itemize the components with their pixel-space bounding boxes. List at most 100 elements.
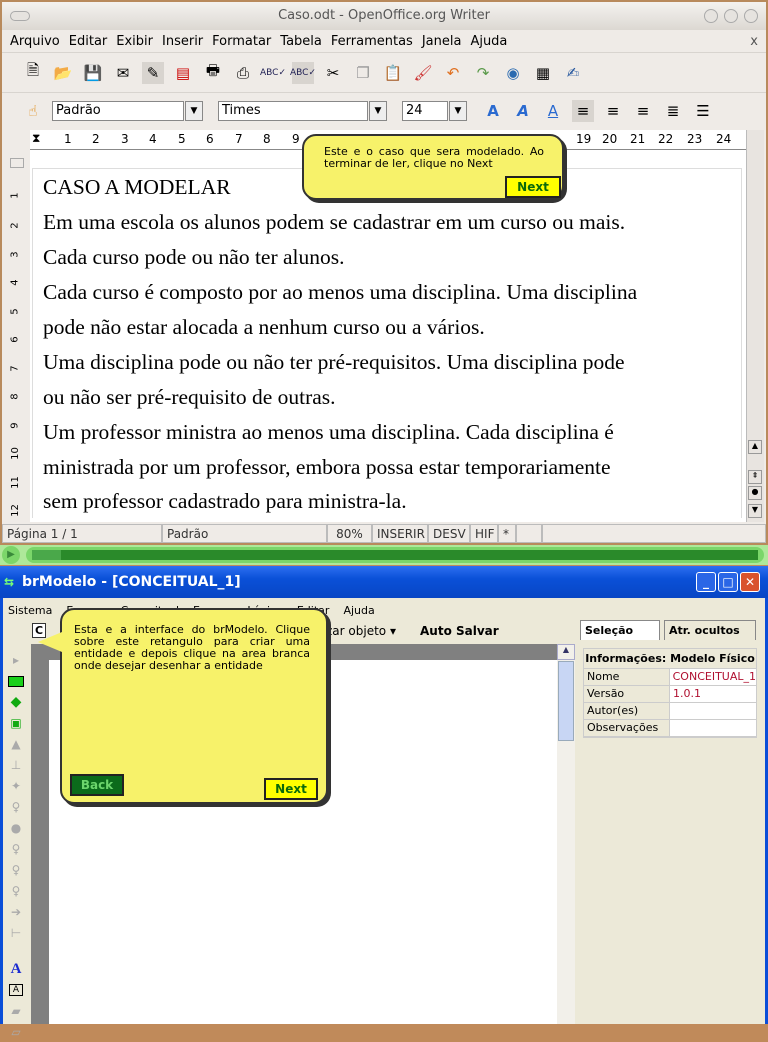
vertical-ruler[interactable]: 1 2 3 4 5 6 7 8 9 10 11 12 bbox=[2, 150, 30, 522]
close-window-button[interactable] bbox=[744, 9, 758, 23]
pointer-icon[interactable]: ▸ bbox=[5, 650, 27, 670]
undo-icon[interactable]: ↶ bbox=[442, 62, 464, 84]
align-center-icon[interactable]: ≡ bbox=[602, 100, 624, 122]
format-paintbrush-icon[interactable]: 🖌 bbox=[412, 62, 434, 84]
close-document-button[interactable]: x bbox=[750, 34, 758, 49]
chevron-down-icon[interactable]: ▼ bbox=[449, 101, 467, 121]
canvas-scrollbar[interactable]: ▲ bbox=[557, 644, 575, 1024]
draw-functions-icon[interactable]: ✍ bbox=[562, 62, 584, 84]
exclusive-specialization-icon[interactable]: ⊥ bbox=[5, 755, 27, 775]
align-right-icon[interactable]: ≡ bbox=[632, 100, 654, 122]
bold-icon[interactable]: A bbox=[482, 100, 504, 122]
italic-icon[interactable]: A bbox=[512, 100, 534, 122]
menu-tabela[interactable]: Tabela bbox=[280, 34, 322, 49]
minimize-button[interactable]: _ bbox=[696, 572, 716, 592]
scroll-thumb[interactable] bbox=[558, 661, 574, 741]
align-left-icon[interactable]: ≡ bbox=[572, 100, 594, 122]
paste-icon[interactable]: 📋 bbox=[382, 62, 404, 84]
edit-mode-icon[interactable]: ✎ bbox=[142, 61, 164, 84]
attribute-icon[interactable]: ♀ bbox=[5, 797, 27, 817]
styles-formatting-icon[interactable]: ☝ bbox=[22, 100, 44, 122]
back-button[interactable]: Back bbox=[70, 774, 124, 796]
next-button[interactable]: Next bbox=[264, 778, 318, 800]
label-tool-icon[interactable]: A bbox=[5, 980, 27, 1000]
relationship-tool-icon[interactable]: ◆ bbox=[5, 692, 27, 712]
menu-formatar[interactable]: Formatar bbox=[212, 34, 271, 49]
optional-attribute-icon[interactable]: ♀ bbox=[5, 860, 27, 880]
scroll-down-icon[interactable]: ▼ bbox=[748, 504, 762, 518]
status-hyperlink-mode[interactable]: HIF bbox=[470, 524, 498, 543]
property-row[interactable]: Autor(es) bbox=[584, 703, 756, 720]
autospellcheck-icon[interactable]: ABC✓ bbox=[290, 61, 316, 84]
redo-icon[interactable]: ↷ bbox=[472, 62, 494, 84]
open-icon[interactable]: 📂 bbox=[52, 62, 74, 84]
next-button[interactable]: Next bbox=[505, 176, 561, 198]
font-size-select[interactable]: 24 ▼ bbox=[402, 101, 467, 121]
align-object-button[interactable]: zar objeto ▾ bbox=[326, 624, 396, 638]
menu-ferramentas[interactable]: Ferramentas bbox=[331, 34, 413, 49]
menu-exibir[interactable]: Exibir bbox=[116, 34, 153, 49]
status-insert-mode[interactable]: INSERIR bbox=[372, 524, 428, 543]
close-window-button[interactable]: ✕ bbox=[740, 572, 760, 592]
play-icon[interactable]: ▶ bbox=[2, 546, 20, 564]
numbering-icon[interactable]: ☰ bbox=[692, 100, 714, 122]
text-tool-icon[interactable]: A bbox=[5, 959, 27, 979]
new-document-icon[interactable]: 🗎 bbox=[22, 61, 44, 84]
chevron-down-icon[interactable]: ▼ bbox=[369, 101, 387, 121]
identifier-attribute-icon[interactable]: ● bbox=[5, 818, 27, 838]
menu-inserir[interactable]: Inserir bbox=[162, 34, 203, 49]
underline-icon[interactable]: A bbox=[542, 100, 564, 122]
shape-tool-icon[interactable]: ▰ bbox=[5, 1001, 27, 1021]
property-row[interactable]: Observações bbox=[584, 720, 756, 737]
minimize-button[interactable] bbox=[704, 9, 718, 23]
scroll-up-icon[interactable]: ▲ bbox=[557, 644, 575, 660]
paragraph-style-select[interactable]: Padrão ▼ bbox=[52, 101, 203, 121]
menu-janela[interactable]: Janela bbox=[422, 34, 462, 49]
specialization-icon[interactable]: ▲ bbox=[5, 734, 27, 754]
window-menu-button[interactable] bbox=[10, 11, 30, 21]
maximize-button[interactable]: □ bbox=[718, 572, 738, 592]
tab-selecao[interactable]: Seleção bbox=[580, 620, 660, 640]
property-value[interactable] bbox=[670, 703, 756, 719]
navigator-icon[interactable]: ◉ bbox=[502, 62, 524, 84]
page-up-icon[interactable]: ⇞ bbox=[748, 470, 762, 484]
spellcheck-icon[interactable]: ABC✓ bbox=[260, 62, 286, 84]
self-relationship-icon[interactable]: ⊢ bbox=[5, 923, 27, 943]
maximize-button[interactable] bbox=[724, 9, 738, 23]
progress-track[interactable] bbox=[26, 547, 764, 563]
print-preview-icon[interactable]: ⎙ bbox=[232, 62, 254, 84]
shape-dashed-tool-icon[interactable]: ▱ bbox=[5, 1022, 27, 1042]
property-row[interactable]: Versão 1.0.1 bbox=[584, 686, 756, 703]
document-scrollbar[interactable]: ▲ ⇞ ● ▼ bbox=[746, 130, 764, 522]
tab-atributos-ocultos[interactable]: Atr. ocultos bbox=[664, 620, 756, 640]
document-area[interactable]: CASO A MODELAR Em uma escola os alunos p… bbox=[30, 150, 746, 522]
menu-ajuda[interactable]: Ajuda bbox=[470, 34, 507, 49]
link-icon[interactable]: ➔ bbox=[5, 902, 27, 922]
autosave-button[interactable]: Auto Salvar bbox=[420, 624, 499, 638]
cut-icon[interactable]: ✂ bbox=[322, 62, 344, 84]
scroll-up-icon[interactable]: ▲ bbox=[748, 440, 762, 454]
menu-arquivo[interactable]: Arquivo bbox=[10, 34, 60, 49]
status-zoom[interactable]: 80% bbox=[327, 524, 372, 543]
save-icon[interactable]: 💾 bbox=[82, 62, 104, 84]
document-page[interactable]: CASO A MODELAR Em uma escola os alunos p… bbox=[32, 168, 742, 518]
non-exclusive-specialization-icon[interactable]: ✦ bbox=[5, 776, 27, 796]
entity-tool-icon[interactable] bbox=[5, 671, 27, 691]
email-icon[interactable]: ✉ bbox=[112, 62, 134, 84]
menu-editar[interactable]: Editar bbox=[69, 34, 108, 49]
menu-sistema[interactable]: Sistema bbox=[8, 604, 52, 617]
status-selection-mode[interactable]: DESV bbox=[428, 524, 470, 543]
table-icon[interactable]: ▦ bbox=[532, 62, 554, 84]
property-value[interactable]: 1.0.1 bbox=[670, 686, 756, 702]
property-value[interactable] bbox=[670, 720, 756, 736]
menu-ajuda[interactable]: Ajuda bbox=[343, 604, 374, 617]
export-pdf-icon[interactable]: ▤ bbox=[172, 62, 194, 84]
associative-entity-icon[interactable]: ▣ bbox=[5, 713, 27, 733]
property-row[interactable]: Nome CONCEITUAL_1 bbox=[584, 669, 756, 686]
chevron-down-icon[interactable]: ▼ bbox=[185, 101, 203, 121]
print-icon[interactable]: 🖶 bbox=[202, 61, 224, 84]
copy-icon[interactable]: ❐ bbox=[352, 62, 374, 84]
property-value[interactable]: CONCEITUAL_1 bbox=[669, 669, 756, 685]
justify-icon[interactable]: ≣ bbox=[662, 100, 684, 122]
font-name-select[interactable]: Times ▼ bbox=[218, 101, 387, 121]
